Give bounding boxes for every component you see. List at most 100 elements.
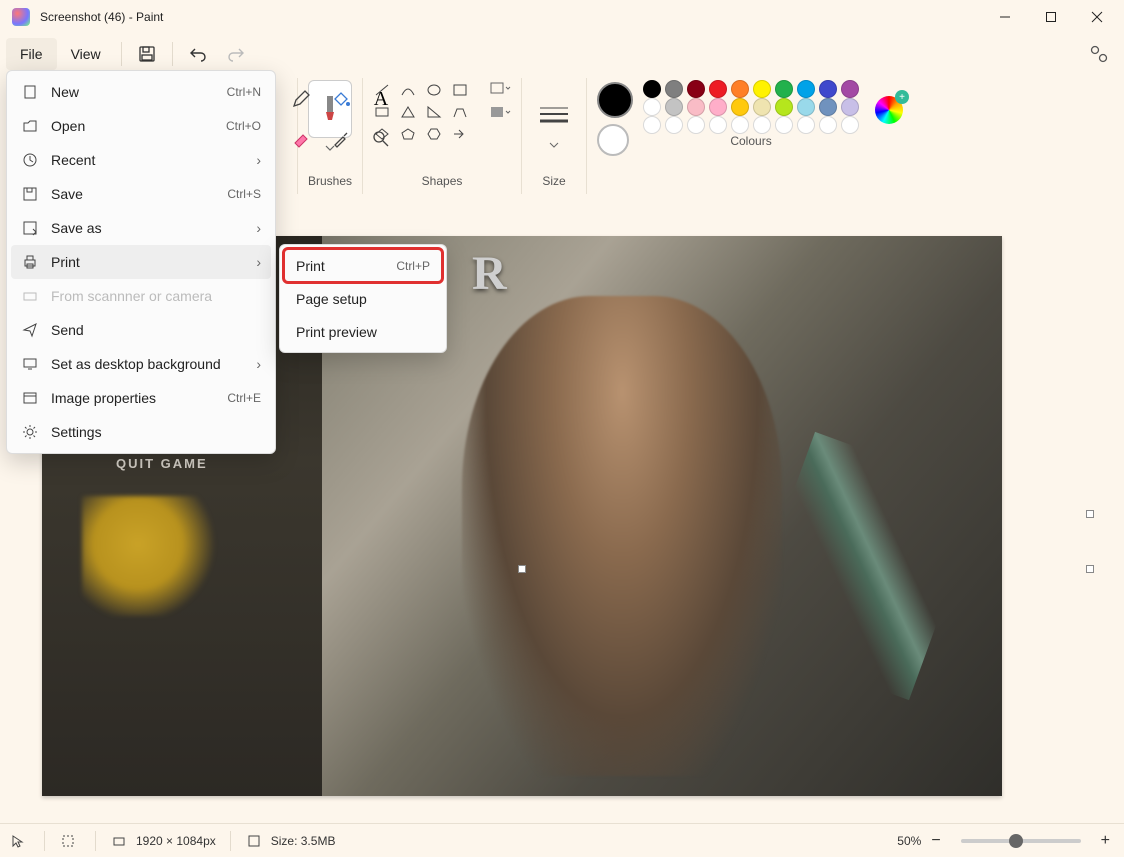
- colour-swatch[interactable]: [841, 80, 859, 98]
- colour-swatch[interactable]: [775, 98, 793, 116]
- text-icon[interactable]: A: [364, 82, 398, 116]
- close-button[interactable]: [1074, 0, 1120, 34]
- resize-handle-bottom[interactable]: [518, 565, 526, 573]
- resize-handle-right[interactable]: [1086, 510, 1094, 518]
- size-button[interactable]: [532, 94, 576, 138]
- window-title: Screenshot (46) - Paint: [40, 10, 163, 24]
- colour-swatch[interactable]: [819, 80, 837, 98]
- zoom-in-button[interactable]: +: [1101, 832, 1110, 850]
- colour-swatch[interactable]: [841, 116, 859, 134]
- selection-icon: [59, 834, 77, 848]
- redo-button[interactable]: [217, 37, 255, 71]
- maximize-button[interactable]: [1028, 0, 1074, 34]
- curve-icon[interactable]: [399, 82, 417, 98]
- oval-icon[interactable]: [425, 82, 443, 98]
- image-quit-text: QUIT GAME: [116, 456, 208, 471]
- colour-swatch[interactable]: [709, 116, 727, 134]
- colour-swatch[interactable]: [709, 98, 727, 116]
- triangle-icon[interactable]: [399, 104, 417, 120]
- colour-swatch[interactable]: [819, 98, 837, 116]
- chevron-right-icon: ›: [256, 254, 261, 270]
- shape-outline-dropdown[interactable]: [489, 80, 511, 96]
- colour-swatch[interactable]: [709, 80, 727, 98]
- zoom-thumb[interactable]: [1009, 834, 1023, 848]
- edit-colours-button[interactable]: [875, 96, 903, 124]
- magnifier-icon[interactable]: [364, 122, 398, 156]
- size-label: Size: [542, 174, 565, 192]
- settings-icon[interactable]: [1080, 37, 1118, 71]
- send-icon: [21, 322, 39, 338]
- colour-swatch[interactable]: [753, 116, 771, 134]
- menu-item-new[interactable]: New Ctrl+N: [11, 75, 271, 109]
- brushes-label: Brushes: [308, 174, 352, 192]
- colour-swatch[interactable]: [643, 116, 661, 134]
- image-logo-letter: R: [472, 246, 507, 301]
- colour-swatch[interactable]: [731, 116, 749, 134]
- colour-swatch[interactable]: [665, 116, 683, 134]
- fill-icon[interactable]: [324, 82, 358, 116]
- colour-2[interactable]: [597, 124, 629, 156]
- menu-item-desktop[interactable]: Set as desktop background ›: [11, 347, 271, 381]
- colour-swatch[interactable]: [643, 98, 661, 116]
- pencil-icon[interactable]: [284, 82, 318, 116]
- shape-fill-dropdown[interactable]: [489, 104, 511, 120]
- colour-swatch[interactable]: [643, 80, 661, 98]
- submenu-item-print-preview[interactable]: Print preview: [284, 315, 442, 348]
- colour-swatch[interactable]: [665, 98, 683, 116]
- colour-swatch[interactable]: [775, 116, 793, 134]
- rect-icon[interactable]: [451, 82, 469, 98]
- colour-swatch[interactable]: [687, 116, 705, 134]
- picker-icon[interactable]: [324, 122, 358, 156]
- dimensions-text: 1920 × 1084px: [136, 834, 216, 848]
- zoom-out-button[interactable]: −: [931, 832, 940, 850]
- size-dropdown[interactable]: [549, 142, 559, 148]
- colours-label: Colours: [730, 134, 771, 152]
- colour-swatch[interactable]: [731, 98, 749, 116]
- resize-handle-corner[interactable]: [1086, 565, 1094, 573]
- new-file-icon: [21, 84, 39, 100]
- arrow-icon[interactable]: [451, 126, 469, 142]
- colour-1[interactable]: [597, 82, 633, 118]
- colour-swatch[interactable]: [819, 116, 837, 134]
- undo-button[interactable]: [179, 37, 217, 71]
- polygon-icon[interactable]: [451, 104, 469, 120]
- menu-item-open[interactable]: Open Ctrl+O: [11, 109, 271, 143]
- colour-swatch[interactable]: [797, 80, 815, 98]
- pentagon-icon[interactable]: [399, 126, 417, 142]
- submenu-item-print[interactable]: Print Ctrl+P: [284, 249, 442, 282]
- scanner-icon: [21, 288, 39, 304]
- colour-swatch[interactable]: [797, 116, 815, 134]
- print-icon: [21, 254, 39, 270]
- menu-item-settings[interactable]: Settings: [11, 415, 271, 449]
- zoom-slider[interactable]: [961, 839, 1081, 843]
- hexagon-icon[interactable]: [425, 126, 443, 142]
- colour-swatch[interactable]: [775, 80, 793, 98]
- menu-item-send[interactable]: Send: [11, 313, 271, 347]
- menu-item-properties[interactable]: Image properties Ctrl+E: [11, 381, 271, 415]
- save-button[interactable]: [128, 37, 166, 71]
- colour-swatch[interactable]: [797, 98, 815, 116]
- minimize-button[interactable]: [982, 0, 1028, 34]
- menu-file[interactable]: File: [6, 38, 57, 70]
- menu-item-scanner: From scannner or camera: [11, 279, 271, 313]
- menu-item-save-as[interactable]: Save as ›: [11, 211, 271, 245]
- eraser-icon[interactable]: [284, 122, 318, 156]
- colour-swatch[interactable]: [841, 98, 859, 116]
- menu-item-save[interactable]: Save Ctrl+S: [11, 177, 271, 211]
- menu-item-recent[interactable]: Recent ›: [11, 143, 271, 177]
- colour-swatch[interactable]: [687, 80, 705, 98]
- gear-icon: [21, 424, 39, 440]
- rtriangle-icon[interactable]: [425, 104, 443, 120]
- menu-view[interactable]: View: [57, 38, 115, 70]
- submenu-item-page-setup[interactable]: Page setup: [284, 282, 442, 315]
- clock-icon: [21, 152, 39, 168]
- title-bar: Screenshot (46) - Paint: [0, 0, 1124, 34]
- colour-swatch[interactable]: [753, 80, 771, 98]
- colour-swatch[interactable]: [753, 98, 771, 116]
- dimensions-icon: [110, 834, 128, 848]
- colour-swatch[interactable]: [687, 98, 705, 116]
- colour-swatch[interactable]: [731, 80, 749, 98]
- colour-swatch[interactable]: [665, 80, 683, 98]
- status-bar: 1920 × 1084px Size: 3.5MB 50% − +: [0, 823, 1124, 857]
- menu-item-print[interactable]: Print ›: [11, 245, 271, 279]
